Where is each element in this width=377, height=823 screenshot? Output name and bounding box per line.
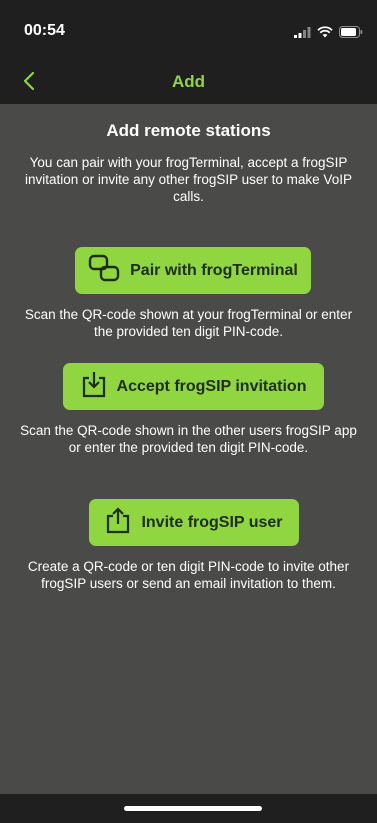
invite-button-label: Invite frogSIP user: [141, 513, 283, 531]
accept-frogsip-invitation-button[interactable]: Accept frogSIP invitation: [63, 363, 324, 410]
intro-text: You can pair with your frogTerminal, acc…: [25, 155, 352, 204]
invite-frogsip-user-button[interactable]: Invite frogSIP user: [89, 499, 299, 546]
pair-with-frogterminal-button[interactable]: Pair with frogTerminal: [75, 247, 311, 294]
main-content: Add remote stations You can pair with yo…: [0, 104, 377, 794]
section-heading: Add remote stations: [106, 121, 271, 140]
signal-icon: [294, 25, 311, 43]
pair-button-label: Pair with frogTerminal: [130, 261, 298, 279]
accept-description: Scan the QR-code shown in the other user…: [20, 423, 357, 455]
wifi-icon: [317, 25, 333, 43]
share-icon: [105, 506, 141, 539]
home-indicator[interactable]: [124, 806, 262, 811]
home-bar-area: [0, 794, 377, 823]
nav-bar: Add: [0, 62, 377, 104]
status-bar: 00:54: [0, 0, 377, 62]
download-icon: [81, 370, 117, 403]
pair-description: Scan the QR-code shown at your frogTermi…: [24, 307, 353, 339]
page-title: Add: [171, 72, 206, 91]
battery-icon: [339, 25, 363, 43]
status-icons: [294, 25, 363, 43]
accept-button-label: Accept frogSIP invitation: [116, 377, 307, 395]
invite-description: Create a QR-code or ten digit PIN-code t…: [27, 559, 350, 591]
link-icon: [88, 254, 130, 287]
status-time: 00:54: [24, 22, 65, 39]
